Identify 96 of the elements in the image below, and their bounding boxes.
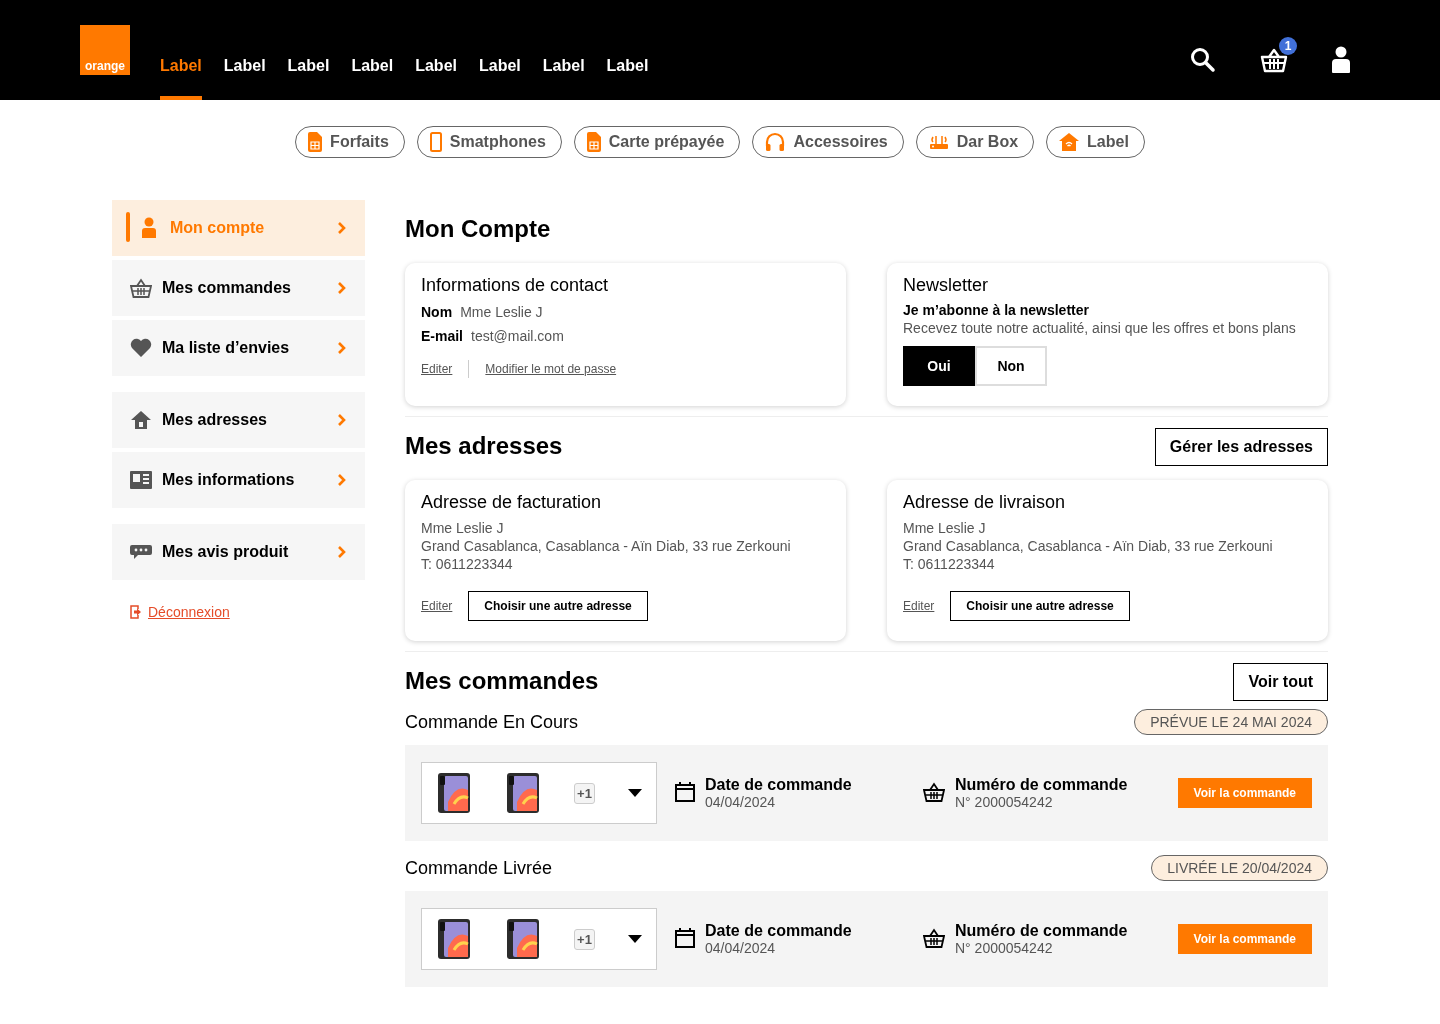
order-title: Commande Livrée — [405, 857, 553, 879]
sidebar-item[interactable]: Mes adresses — [112, 392, 365, 448]
address-phone: T: 0611223344 — [903, 555, 996, 573]
sim-card-icon — [308, 132, 323, 152]
more-count-badge: +1 — [574, 928, 595, 950]
basket-icon — [923, 782, 945, 802]
status-badge: LIVRÉE LE 20/04/2024 — [1151, 855, 1328, 881]
card-title: Newsletter — [903, 275, 990, 296]
order-number: N° 2000054242 — [955, 940, 1054, 956]
nav-link[interactable]: Label — [606, 57, 649, 100]
nav-link[interactable]: Label — [223, 57, 266, 100]
chevron-right-icon — [337, 413, 347, 427]
order-date-label: Date de commande — [705, 922, 852, 940]
category-pill[interactable]: Smatphones — [416, 126, 562, 158]
category-pill[interactable]: Carte prépayée — [573, 126, 741, 158]
toggle-option[interactable]: Oui — [903, 346, 975, 386]
phone-drawing — [505, 772, 542, 814]
nav-link[interactable]: Label — [542, 57, 585, 100]
nav-link[interactable]: Label — [287, 57, 330, 100]
choose-address-button[interactable]: Choisir une autre adresse — [468, 591, 648, 621]
more-count-badge: +1 — [574, 782, 595, 804]
logout-icon — [130, 605, 142, 619]
router-icon — [928, 133, 949, 151]
house-icon — [1059, 132, 1080, 152]
choose-address-button[interactable]: Choisir une autre adresse — [950, 591, 1130, 621]
phone-icon — [429, 132, 442, 152]
address-name: Mme Leslie J — [421, 519, 505, 537]
nav-link[interactable]: Label — [479, 57, 521, 100]
search-icon[interactable] — [1190, 47, 1216, 73]
order-number-label: Numéro de commande — [955, 776, 1128, 794]
user-icon[interactable] — [1332, 46, 1350, 74]
nav-link[interactable]: Label — [160, 57, 202, 100]
cart-count-badge: 1 — [1279, 37, 1297, 55]
view-all-button[interactable]: Voir tout — [1233, 662, 1328, 701]
field-label: E-mail — [421, 328, 463, 344]
category-pill[interactable]: Accessoires — [752, 126, 904, 158]
newsletter-heading: Je m’abonne à la newsletter — [903, 302, 1090, 318]
chevron-right-icon — [337, 545, 347, 559]
card-title: Adresse de livraison — [903, 492, 1067, 513]
section-title: Mes commandes — [405, 667, 599, 695]
review-bubble-icon — [130, 544, 152, 560]
heart-icon — [130, 338, 152, 358]
field-value: test@mail.com — [471, 328, 564, 344]
chevron-right-icon — [337, 473, 347, 487]
text-link[interactable]: Modifier le mot de passe — [485, 362, 617, 376]
address-text: Grand Casablanca, Casablanca - Aïn Diab, 33 rue Zerkouni — [903, 537, 1274, 555]
products-dropdown[interactable]: +1 — [421, 908, 657, 970]
card-title: Informations de contact — [421, 275, 610, 296]
sidebar-item[interactable]: Mes informations — [112, 452, 365, 508]
section-title: Mon Compte — [405, 215, 552, 243]
logout-link[interactable]: Déconnexion — [112, 604, 365, 620]
caret-down-icon — [627, 789, 642, 797]
phone-drawing — [436, 918, 472, 960]
basket-icon — [923, 928, 945, 948]
chevron-right-icon — [337, 281, 347, 295]
order-number-label: Numéro de commande — [955, 922, 1128, 940]
phone-drawing — [505, 918, 542, 960]
order-title: Commande En Cours — [405, 711, 579, 733]
nav-link[interactable]: Label — [351, 57, 394, 100]
order-date-label: Date de commande — [705, 776, 852, 794]
sidebar-item[interactable]: Mes avis produit — [112, 524, 365, 580]
calendar-icon — [675, 928, 695, 948]
headphones-icon — [765, 132, 786, 152]
sidebar-item[interactable]: Mes commandes — [112, 260, 365, 316]
chevron-right-icon — [337, 221, 347, 235]
chevron-right-icon — [337, 341, 347, 355]
address-text: Grand Casablanca, Casablanca - Aïn Diab, 33 rue Zerkouni — [421, 537, 792, 555]
category-pill[interactable]: Forfaits — [295, 126, 405, 158]
id-card-icon — [130, 471, 152, 489]
order-date: 04/04/2024 — [705, 940, 777, 956]
edit-link[interactable]: Editer — [903, 599, 935, 613]
sidebar-item[interactable]: Ma liste d’envies — [112, 320, 365, 376]
basket-icon — [130, 278, 152, 298]
toggle-option[interactable]: Non — [975, 346, 1047, 386]
order-number: N° 2000054242 — [955, 794, 1054, 810]
category-pill[interactable]: Label — [1046, 126, 1145, 158]
sim-card-icon — [586, 132, 601, 152]
category-pill[interactable]: Dar Box — [915, 126, 1035, 158]
field-value: Mme Leslie J — [460, 304, 543, 320]
status-badge: PRÉVUE LE 24 MAI 2024 — [1134, 709, 1328, 735]
order-date: 04/04/2024 — [705, 794, 777, 810]
edit-link[interactable]: Editer — [421, 599, 453, 613]
card-title: Adresse de facturation — [421, 492, 603, 513]
field-label: Nom — [421, 304, 453, 320]
text-link[interactable]: Editer — [421, 362, 453, 376]
manage-addresses-button[interactable]: Gérer les adresses — [1154, 427, 1328, 466]
calendar-icon — [675, 782, 695, 802]
newsletter-description: Recevez toute notre actualité, ainsi que les offres et bons plans — [903, 320, 1297, 336]
phone-drawing — [436, 772, 472, 814]
nav-link[interactable]: Label — [415, 57, 457, 100]
address-name: Mme Leslie J — [903, 519, 987, 537]
caret-down-icon — [627, 935, 642, 943]
house-icon — [130, 410, 152, 430]
address-phone: T: 0611223344 — [421, 555, 514, 573]
products-dropdown[interactable]: +1 — [421, 762, 657, 824]
section-title: Mes adresses — [405, 432, 563, 460]
